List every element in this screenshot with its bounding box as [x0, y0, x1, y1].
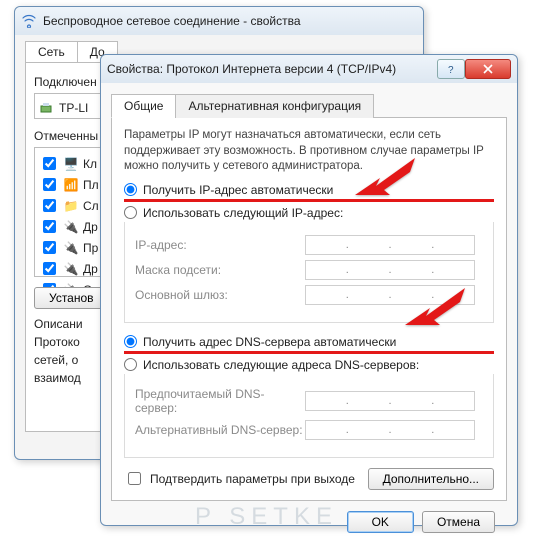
ip-manual-radio[interactable] — [124, 206, 137, 219]
component-label: Пр — [83, 241, 98, 255]
ip-auto-label: Получить IP-адрес автоматически — [143, 183, 333, 197]
dns-manual-radio[interactable] — [124, 358, 137, 371]
annotation-underline — [124, 199, 494, 202]
watermark: P SETKE — [195, 503, 338, 531]
ipv4-properties-window: Свойства: Протокол Интернета версии 4 (T… — [100, 54, 518, 526]
component-checkbox[interactable] — [43, 262, 56, 275]
subnet-mask-field: ... — [305, 260, 475, 280]
validate-on-exit-label: Подтвердить параметры при выходе — [150, 472, 355, 486]
scheduler-icon: 📶 — [63, 177, 79, 193]
help-icon: ? — [446, 64, 456, 74]
component-label: Кл — [83, 157, 97, 171]
tab-general[interactable]: Общие — [111, 94, 176, 118]
component-checkbox[interactable] — [43, 220, 56, 233]
svg-text:?: ? — [448, 65, 454, 74]
ip-address-field: ... — [305, 235, 475, 255]
tab-alt-config[interactable]: Альтернативная конфигурация — [175, 94, 374, 118]
cancel-button[interactable]: Отмена — [422, 511, 495, 533]
protocol-icon: 🔌 — [63, 261, 79, 277]
install-button[interactable]: Установ — [34, 287, 109, 309]
description-text: Параметры IP могут назначаться автоматич… — [124, 128, 494, 175]
validate-on-exit-checkbox[interactable] — [128, 472, 141, 485]
component-label: Пл — [83, 178, 99, 192]
titlebar-back[interactable]: Беспроводное сетевое соединение - свойст… — [15, 7, 423, 35]
component-checkbox[interactable] — [43, 241, 56, 254]
component-label: Др — [83, 220, 98, 234]
wireless-icon — [21, 13, 37, 29]
title-back: Беспроводное сетевое соединение - свойст… — [43, 14, 301, 28]
ip-manual-label: Использовать следующий IP-адрес: — [143, 206, 343, 220]
client-icon: 🖥️ — [63, 156, 79, 172]
ip-address-label: IP-адрес: — [135, 238, 305, 252]
component-checkbox[interactable] — [43, 199, 56, 212]
close-icon — [482, 64, 494, 74]
component-label: Сл — [83, 199, 99, 213]
protocol-icon: 🔌 — [63, 219, 79, 235]
dns-pref-field: ... — [305, 391, 475, 411]
service-icon: 📁 — [63, 198, 79, 214]
subnet-mask-label: Маска подсети: — [135, 263, 305, 277]
dns-auto-label: Получить адрес DNS-сервера автоматически — [143, 335, 396, 349]
dns-alt-label: Альтернативный DNS-сервер: — [135, 423, 305, 437]
gateway-field: ... — [305, 285, 475, 305]
title-front: Свойства: Протокол Интернета версии 4 (T… — [107, 62, 396, 76]
annotation-underline — [124, 351, 494, 354]
component-checkbox[interactable] — [43, 157, 56, 170]
protocol-icon: 🔌 — [63, 240, 79, 256]
advanced-button[interactable]: Дополнительно... — [368, 468, 494, 490]
component-label: Др — [83, 262, 98, 276]
adapter-icon — [39, 100, 55, 116]
dns-alt-field: ... — [305, 420, 475, 440]
dns-pref-label: Предпочитаемый DNS-сервер: — [135, 387, 305, 415]
help-button[interactable]: ? — [437, 59, 465, 79]
titlebar-front[interactable]: Свойства: Протокол Интернета версии 4 (T… — [101, 55, 517, 83]
gateway-label: Основной шлюз: — [135, 288, 305, 302]
close-button[interactable] — [465, 59, 511, 79]
dns-manual-label: Использовать следующие адреса DNS-сервер… — [143, 358, 419, 372]
ok-button[interactable]: OK — [347, 511, 414, 533]
dns-auto-radio[interactable] — [124, 335, 137, 348]
tab-network[interactable]: Сеть — [25, 41, 78, 62]
ip-auto-radio[interactable] — [124, 183, 137, 196]
component-checkbox[interactable] — [43, 178, 56, 191]
adapter-name: TP-LI — [59, 101, 88, 115]
